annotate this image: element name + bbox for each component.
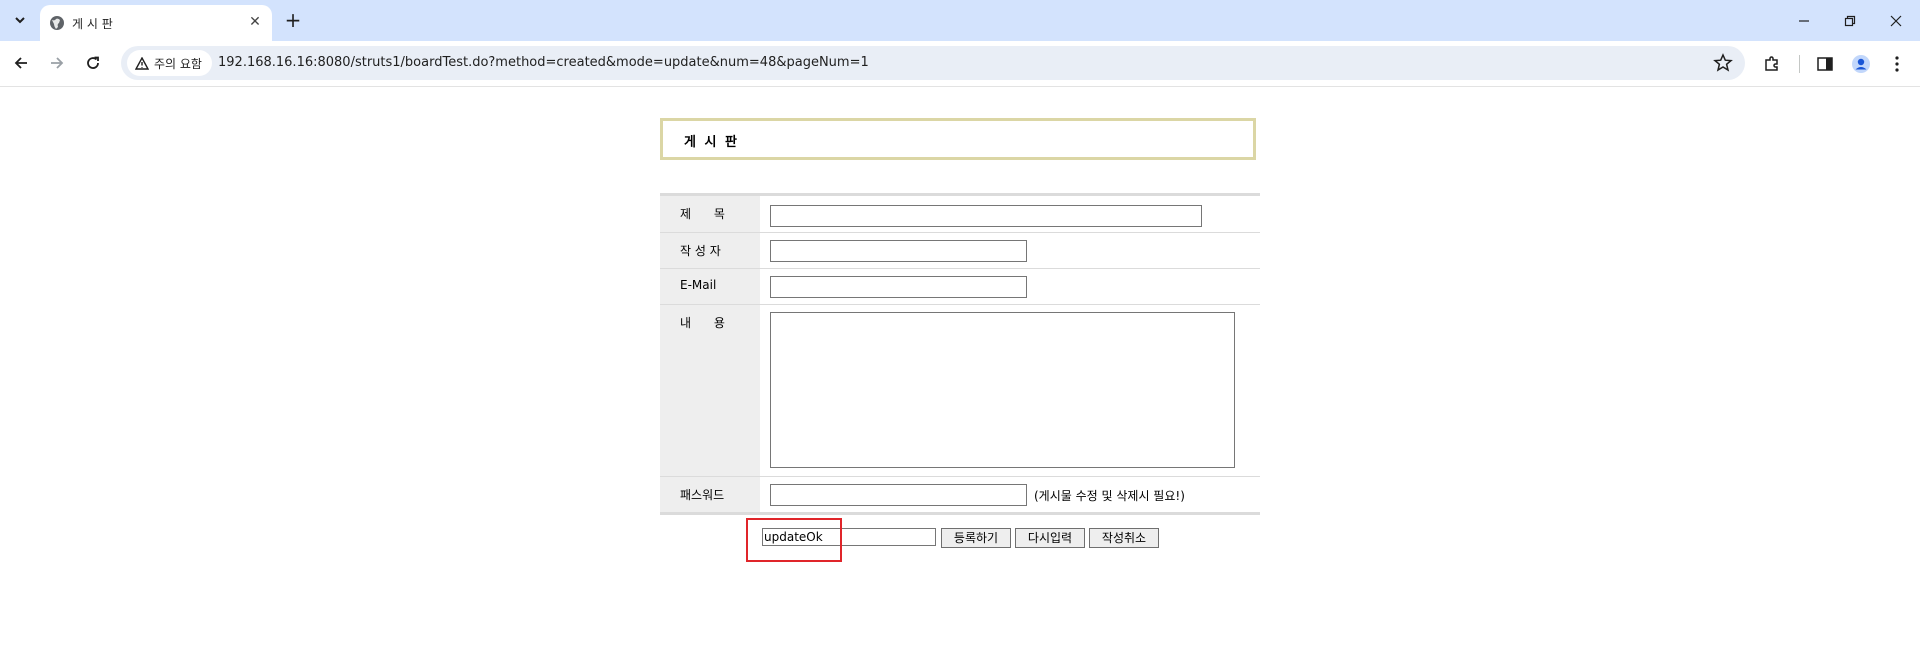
- tab-strip: 게 시 판 ✕ +: [0, 0, 1920, 41]
- email-row: E-Mail: [660, 269, 1260, 305]
- highlight-box: [746, 518, 842, 562]
- password-input[interactable]: [770, 484, 1027, 506]
- minimize-button[interactable]: [1781, 0, 1827, 41]
- email-cell: [760, 269, 1260, 304]
- board-title: 게 시 판: [684, 135, 739, 150]
- writer-label: 작 성 자: [660, 233, 760, 268]
- submit-button[interactable]: 등록하기: [941, 528, 1011, 548]
- reload-icon: [87, 56, 99, 69]
- kebab-menu-icon: [1895, 56, 1899, 72]
- profile-button[interactable]: [1850, 53, 1872, 75]
- content-row: 내 용: [660, 305, 1260, 477]
- menu-button[interactable]: [1886, 53, 1908, 75]
- restore-button[interactable]: [1827, 0, 1873, 41]
- reset-button[interactable]: 다시입력: [1015, 528, 1085, 548]
- subject-label: 제 목: [660, 196, 760, 232]
- email-label: E-Mail: [660, 269, 760, 304]
- email-input[interactable]: [770, 276, 1027, 298]
- forward-button[interactable]: [42, 48, 72, 78]
- writer-input[interactable]: [770, 240, 1027, 262]
- close-tab-icon[interactable]: ✕: [246, 13, 264, 31]
- restore-icon: [1844, 15, 1856, 26]
- warning-icon: [135, 56, 149, 70]
- active-tab[interactable]: 게 시 판 ✕: [40, 5, 272, 41]
- bookmark-star-icon[interactable]: [1713, 53, 1733, 73]
- puzzle-icon: [1765, 56, 1778, 71]
- address-bar[interactable]: 주의 요함 192.168.16.16:8080/struts1/boardTe…: [121, 46, 1745, 80]
- board-title-box: 게 시 판: [660, 118, 1256, 160]
- post-form: 제 목 작 성 자 E-Mail 내 용 패스워드 (게시물 수정 및 삭제시 …: [660, 193, 1260, 515]
- subject-row: 제 목: [660, 196, 1260, 233]
- chevron-down-icon: [15, 17, 25, 24]
- cancel-button[interactable]: 작성취소: [1089, 528, 1159, 548]
- security-label: 주의 요함: [154, 56, 202, 71]
- close-window-button[interactable]: [1873, 0, 1919, 41]
- writer-row: 작 성 자: [660, 233, 1260, 269]
- minimize-icon: [1799, 19, 1809, 22]
- tab-title: 게 시 판: [72, 17, 113, 31]
- globe-icon: [50, 16, 64, 30]
- avatar-icon: [1852, 55, 1870, 73]
- subject-cell: [760, 196, 1260, 232]
- close-icon: [1890, 15, 1902, 26]
- new-tab-button[interactable]: +: [280, 7, 306, 33]
- security-chip[interactable]: 주의 요함: [127, 50, 212, 76]
- browser-toolbar: 주의 요함 192.168.16.16:8080/struts1/boardTe…: [0, 41, 1920, 87]
- password-cell: (게시물 수정 및 삭제시 필요!): [760, 477, 1260, 512]
- url-text[interactable]: 192.168.16.16:8080/struts1/boardTest.do?…: [218, 55, 869, 70]
- forward-arrow-icon: [51, 57, 64, 69]
- tab-search-button[interactable]: [6, 7, 34, 33]
- extensions-button[interactable]: [1761, 53, 1783, 75]
- back-button[interactable]: [6, 48, 36, 78]
- writer-cell: [760, 233, 1260, 268]
- content-label: 내 용: [660, 305, 760, 476]
- content-cell: [760, 305, 1260, 476]
- back-arrow-icon: [14, 57, 27, 69]
- toolbar-divider: [1799, 55, 1800, 73]
- reload-button[interactable]: [78, 48, 108, 78]
- password-label: 패스워드: [660, 477, 760, 512]
- password-row: 패스워드 (게시물 수정 및 삭제시 필요!): [660, 477, 1260, 512]
- side-panel-button[interactable]: [1814, 53, 1836, 75]
- subject-input[interactable]: [770, 205, 1202, 227]
- password-hint: (게시물 수정 및 삭제시 필요!): [1034, 489, 1185, 503]
- content-textarea[interactable]: [770, 312, 1235, 468]
- side-panel-icon: [1817, 57, 1833, 71]
